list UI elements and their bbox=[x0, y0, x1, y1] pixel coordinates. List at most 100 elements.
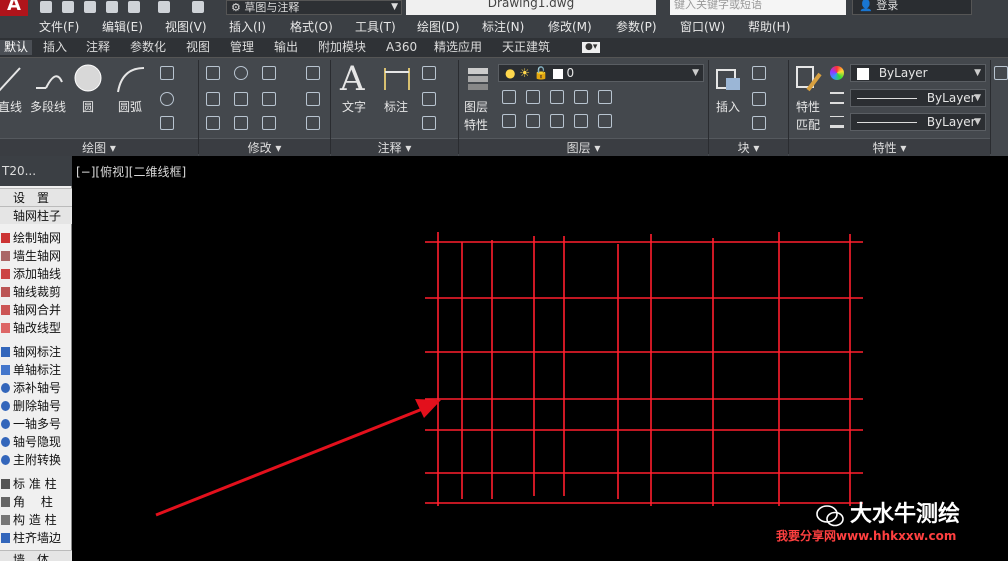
rectangle-icon[interactable] bbox=[160, 66, 174, 80]
layer-unisolate-icon[interactable] bbox=[526, 114, 540, 128]
menu-dimension[interactable]: 标注(N) bbox=[482, 19, 524, 35]
palette-item-standard-column[interactable]: 标 准 柱 bbox=[0, 475, 72, 493]
layer-lock-icon[interactable] bbox=[574, 90, 588, 104]
tab-view[interactable]: 视图 bbox=[186, 40, 210, 55]
menu-view[interactable]: 视图(V) bbox=[165, 19, 207, 35]
layer-off-icon[interactable] bbox=[502, 90, 516, 104]
group-icon[interactable] bbox=[994, 66, 1008, 80]
match-properties-icon[interactable] bbox=[794, 64, 824, 94]
modify-panel-label[interactable]: 修改 ▾ bbox=[199, 138, 330, 156]
explode-icon[interactable] bbox=[306, 92, 320, 106]
menu-tools[interactable]: 工具(T) bbox=[355, 19, 396, 35]
dimension-label[interactable]: 标注 bbox=[384, 100, 408, 114]
palette-item-merge-axis[interactable]: 轴网合并 bbox=[0, 301, 72, 319]
layer-current-icon[interactable] bbox=[598, 114, 612, 128]
layer-thaw-icon[interactable] bbox=[550, 114, 564, 128]
palette-item-wall-axis[interactable]: 墙生轴网 bbox=[0, 247, 72, 265]
tab-insert[interactable]: 插入 bbox=[43, 40, 67, 55]
leader-icon[interactable] bbox=[422, 92, 436, 106]
arc-icon[interactable] bbox=[114, 64, 146, 94]
properties-panel-label[interactable]: 特性 ▾ bbox=[789, 138, 990, 156]
color-wheel-icon[interactable] bbox=[830, 66, 844, 80]
layer-on-icon[interactable] bbox=[502, 114, 516, 128]
table-icon[interactable] bbox=[422, 116, 436, 130]
menu-window[interactable]: 窗口(W) bbox=[680, 19, 725, 35]
palette-item-main-sub-convert[interactable]: 主附转换 bbox=[0, 451, 72, 469]
menu-draw[interactable]: 绘图(D) bbox=[417, 19, 460, 35]
layer-dropdown[interactable]: ● ☀ 🔓 0 ▼ bbox=[498, 64, 704, 82]
layer-isolate-icon[interactable] bbox=[526, 90, 540, 104]
menu-insert[interactable]: 插入(I) bbox=[229, 19, 266, 35]
arc-label[interactable]: 圆弧 bbox=[118, 100, 142, 114]
tab-annotate[interactable]: 注释 bbox=[86, 40, 110, 55]
copy-icon[interactable] bbox=[206, 92, 220, 106]
insert-label[interactable]: 插入 bbox=[716, 100, 740, 114]
draw-panel-label[interactable]: 绘图 ▾ bbox=[0, 138, 198, 156]
layer-properties-label-2[interactable]: 特性 bbox=[464, 118, 488, 132]
layer-properties-icon[interactable] bbox=[464, 64, 492, 92]
redo-icon[interactable] bbox=[192, 1, 204, 13]
palette-item-axis-linetype[interactable]: 轴改线型 bbox=[0, 319, 72, 337]
erase-icon[interactable] bbox=[306, 66, 320, 80]
tab-addins[interactable]: 附加模块 bbox=[318, 40, 366, 55]
text-label[interactable]: 文字 bbox=[342, 100, 366, 114]
match-properties-label-1[interactable]: 特性 bbox=[796, 100, 820, 114]
insert-block-icon[interactable] bbox=[714, 64, 744, 94]
color-dropdown[interactable]: ByLayer ▼ bbox=[850, 64, 986, 82]
palette-item-draw-axis[interactable]: 绘制轴网 bbox=[0, 229, 72, 247]
line-icon[interactable] bbox=[0, 64, 24, 94]
tab-overflow-button[interactable]: ●▾ bbox=[582, 42, 601, 53]
dimension-icon[interactable] bbox=[382, 64, 412, 94]
scale-icon[interactable] bbox=[234, 116, 248, 130]
stretch-icon[interactable] bbox=[206, 116, 220, 130]
block-panel-label[interactable]: 块 ▾ bbox=[709, 138, 788, 156]
hatch-icon[interactable] bbox=[160, 116, 174, 130]
fillet-icon[interactable] bbox=[262, 92, 276, 106]
polyline-label[interactable]: 多段线 bbox=[30, 100, 66, 114]
open-file-icon[interactable] bbox=[62, 1, 74, 13]
palette-item-delete-axis-number[interactable]: 删除轴号 bbox=[0, 397, 72, 415]
save-icon[interactable] bbox=[84, 1, 96, 13]
palette-item-toggle-number[interactable]: 轴号隐现 bbox=[0, 433, 72, 451]
autocad-logo[interactable]: A bbox=[0, 0, 28, 16]
create-block-icon[interactable] bbox=[752, 66, 766, 80]
move-icon[interactable] bbox=[206, 66, 220, 80]
tab-parametric[interactable]: 参数化 bbox=[130, 40, 166, 55]
line-label[interactable]: 直线 bbox=[0, 100, 22, 114]
palette-section-walls[interactable]: 墙 体 bbox=[0, 550, 72, 561]
menu-format[interactable]: 格式(O) bbox=[290, 19, 333, 35]
layers-panel-label[interactable]: 图层 ▾ bbox=[459, 138, 708, 156]
mirror-icon[interactable] bbox=[234, 92, 248, 106]
palette-item-multi-number[interactable]: 一轴多号 bbox=[0, 415, 72, 433]
menu-file[interactable]: 文件(F) bbox=[39, 19, 79, 35]
palette-item-add-axis[interactable]: 添加轴线 bbox=[0, 265, 72, 283]
palette-settings[interactable]: 设 置 bbox=[0, 188, 72, 206]
tab-featured-apps[interactable]: 精选应用 bbox=[434, 40, 482, 55]
circle-icon[interactable] bbox=[72, 62, 104, 94]
save-as-icon[interactable] bbox=[106, 1, 118, 13]
match-properties-label-2[interactable]: 匹配 bbox=[796, 118, 820, 132]
palette-header[interactable]: T20... bbox=[0, 156, 72, 186]
tab-a360[interactable]: A360 bbox=[386, 40, 417, 55]
ellipse-icon[interactable] bbox=[160, 92, 174, 106]
tab-default[interactable]: 默认 bbox=[0, 40, 33, 55]
menu-edit[interactable]: 编辑(E) bbox=[102, 19, 143, 35]
annotation-panel-label[interactable]: 注释 ▾ bbox=[331, 138, 458, 156]
palette-item-single-axis-dim[interactable]: 单轴标注 bbox=[0, 361, 72, 379]
lineweight-dropdown[interactable]: ByLayer ▼ bbox=[850, 113, 986, 131]
workspace-dropdown[interactable]: ⚙ 草图与注释 ▼ bbox=[226, 0, 402, 15]
polyline-icon[interactable] bbox=[32, 64, 66, 94]
trim-icon[interactable] bbox=[262, 66, 276, 80]
menu-parametric[interactable]: 参数(P) bbox=[616, 19, 657, 35]
edit-block-icon[interactable] bbox=[752, 92, 766, 106]
tab-output[interactable]: 输出 bbox=[274, 40, 298, 55]
login-button[interactable]: 👤 登录 bbox=[852, 0, 972, 15]
layer-freeze-icon[interactable] bbox=[550, 90, 564, 104]
menu-modify[interactable]: 修改(M) bbox=[548, 19, 592, 35]
undo-icon[interactable] bbox=[158, 1, 170, 13]
linear-dim-icon[interactable] bbox=[422, 66, 436, 80]
menu-help[interactable]: 帮助(H) bbox=[748, 19, 790, 35]
palette-item-add-axis-number[interactable]: 添补轴号 bbox=[0, 379, 72, 397]
layer-properties-label-1[interactable]: 图层 bbox=[464, 100, 488, 114]
layer-match-icon[interactable] bbox=[598, 90, 612, 104]
